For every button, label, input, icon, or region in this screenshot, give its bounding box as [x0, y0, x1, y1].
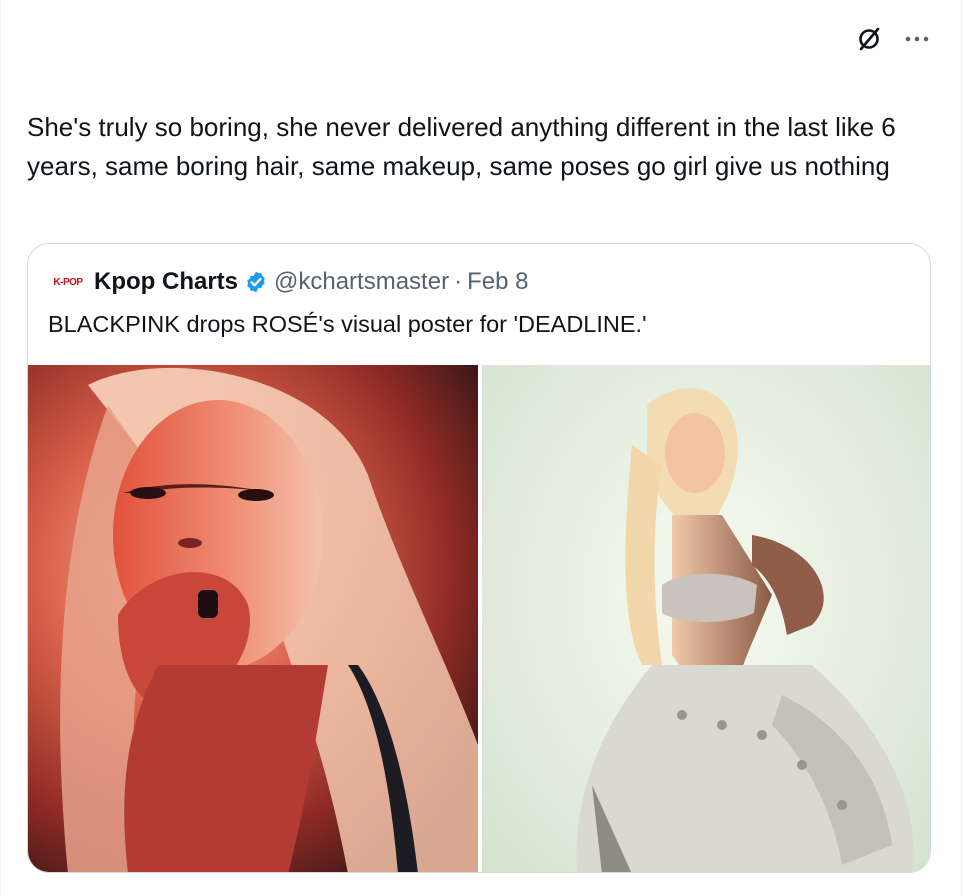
avatar[interactable]: K-POP: [48, 275, 88, 289]
quoted-tweet-text: BLACKPINK drops ROSÉ's visual poster for…: [48, 311, 647, 337]
quoted-tweet-date[interactable]: Feb 8: [467, 268, 528, 296]
verified-badge-icon: [244, 270, 268, 294]
quoted-tweet-header: K-POP Kpop Charts @kchartsmaster · Feb 8: [48, 266, 528, 298]
media-photo-2[interactable]: [482, 365, 930, 872]
grok-button[interactable]: [852, 22, 886, 56]
quoted-tweet-card[interactable]: K-POP Kpop Charts @kchartsmaster · Feb 8…: [27, 243, 931, 873]
photo-portrait-illustration: [60, 367, 478, 872]
quoted-media-grid: [28, 365, 930, 872]
more-options-button[interactable]: [900, 22, 934, 56]
tweet-actions-top: [852, 22, 934, 56]
photo-fullbody-illustration: [576, 388, 914, 872]
media-photo-1[interactable]: [28, 365, 478, 872]
tweet-text: She's truly so boring, she never deliver…: [27, 112, 896, 181]
timeline-left-border: [0, 0, 1, 896]
separator-dot: ·: [454, 268, 463, 295]
more-options-icon: [905, 36, 929, 42]
grok-icon: [859, 27, 880, 51]
timeline-right-border: [961, 0, 962, 896]
avatar-text: K-POP: [53, 276, 83, 288]
quoted-author-name[interactable]: Kpop Charts: [94, 268, 238, 296]
quoted-author-handle[interactable]: @kchartsmaster: [274, 268, 449, 296]
